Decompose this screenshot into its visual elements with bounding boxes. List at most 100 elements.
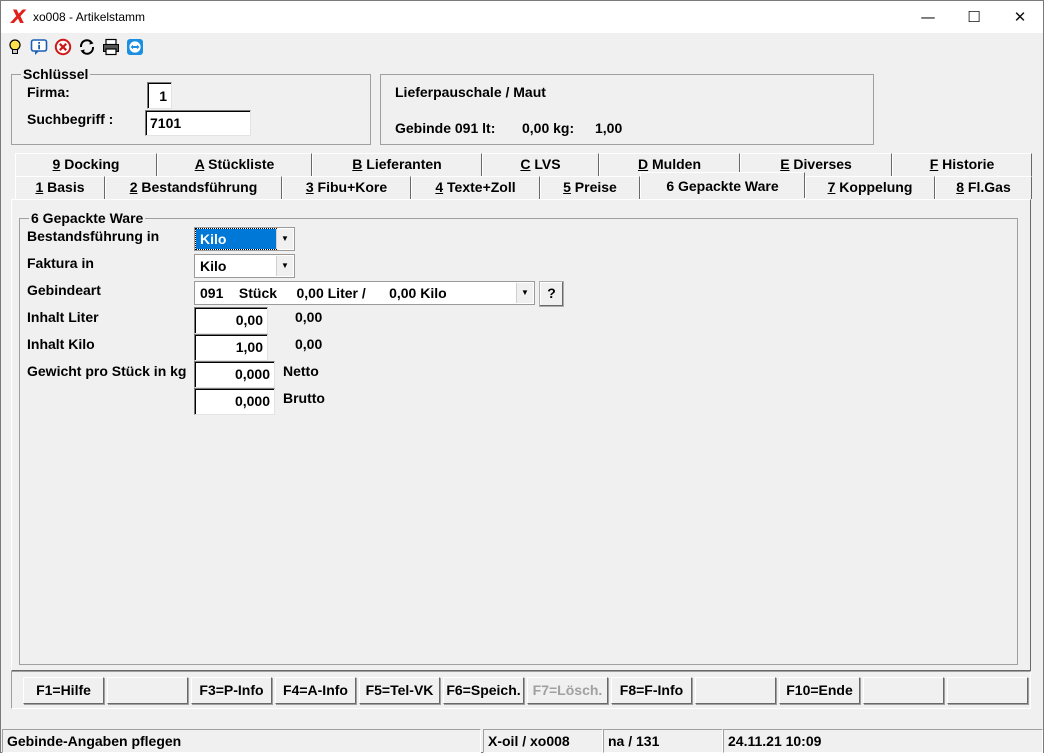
application-window: X xo008 - Artikelstamm — ☐ ✕ Schlüssel F…	[0, 0, 1044, 753]
faktura-value: Kilo	[200, 258, 227, 274]
f2-empty-button[interactable]	[107, 677, 188, 704]
f6-save-button[interactable]: F6=Speich.	[443, 677, 524, 704]
tab-label: Fl.Gas	[964, 179, 1011, 195]
tab-label: Texte+Zoll	[443, 179, 516, 195]
tab-label: Basis	[43, 179, 85, 195]
info-icon[interactable]	[30, 38, 48, 56]
status-datetime: 24.11.21 10:09	[723, 729, 1043, 753]
tab-hotkey: 2	[129, 179, 138, 195]
gebindeart-value: 091 Stück 0,00 Liter / 0,00 Kilo	[200, 285, 447, 301]
schluessel-legend: Schlüssel	[21, 66, 91, 82]
refresh-icon[interactable]	[78, 38, 96, 56]
tab-hotkey: F	[929, 156, 939, 172]
lightbulb-icon[interactable]	[6, 38, 24, 56]
gebindeart-select[interactable]: 091 Stück 0,00 Liter / 0,00 Kilo ▼	[194, 281, 535, 305]
inhalt-liter-field[interactable]: 0,00	[194, 307, 268, 334]
tab-label: Diverses	[789, 156, 852, 172]
f11-empty-button[interactable]	[863, 677, 944, 704]
netto-label: Netto	[283, 363, 319, 379]
firma-field[interactable]: 1	[147, 82, 172, 109]
inhalt-liter-label: Inhalt Liter	[27, 309, 99, 325]
brutto-field[interactable]: 0,000	[194, 388, 275, 415]
print-icon[interactable]	[102, 38, 120, 56]
faktura-select[interactable]: Kilo ▼	[194, 254, 295, 278]
bestandsfuehrung-select[interactable]: Kilo ▼	[194, 227, 295, 251]
app-logo-icon: X	[11, 6, 26, 28]
faktura-label: Faktura in	[27, 255, 94, 271]
tab-preise[interactable]: 5 Preise	[540, 176, 640, 199]
tab-label: Stückliste	[204, 156, 275, 172]
tab-hotkey: E	[780, 156, 790, 172]
status-system: X-oil / xo008	[483, 729, 603, 753]
lieferpauschale-value: 1,00	[595, 120, 623, 136]
inhalt-liter-extra: 0,00	[295, 309, 323, 325]
bestandsfuehrung-label: Bestandsführung in	[27, 228, 160, 244]
f7-delete-button: F7=Lösch.	[527, 677, 608, 704]
suchbegriff-field[interactable]: 7101	[145, 110, 251, 136]
tab-fibu-kore[interactable]: 3 Fibu+Kore	[282, 176, 411, 199]
inhalt-kilo-field[interactable]: 1,00	[194, 334, 268, 361]
suchbegriff-label: Suchbegriff :	[27, 111, 114, 127]
gebinde-label: Gebinde 091 lt:	[395, 120, 496, 136]
gewicht-label: Gewicht pro Stück in kg	[27, 363, 187, 379]
tab-hotkey: D	[637, 156, 649, 172]
lieferpauschale-title: Lieferpauschale / Maut	[395, 84, 546, 100]
toolbar	[1, 33, 1043, 61]
kg-label: 0,00 kg:	[522, 120, 575, 136]
tab-docking[interactable]: 9 Docking	[15, 153, 157, 176]
tab-label: Bestandsführung	[137, 179, 258, 195]
tab-label: Mulden	[648, 156, 701, 172]
cancel-icon[interactable]	[54, 38, 72, 56]
tab-label: Historie	[938, 156, 995, 172]
brutto-label: Brutto	[283, 390, 325, 406]
inhalt-kilo-label: Inhalt Kilo	[27, 336, 95, 352]
tab-historie[interactable]: F Historie	[892, 153, 1032, 176]
gebindeart-label: Gebindeart	[27, 282, 101, 298]
teamviewer-icon[interactable]	[126, 38, 144, 56]
tab-stueckliste[interactable]: A Stückliste	[157, 153, 312, 176]
f4-a-info-button[interactable]: F4=A-Info	[275, 677, 356, 704]
gepackte-ware-legend: 6 Gepackte Ware	[29, 210, 146, 226]
minimize-button[interactable]: —	[905, 1, 951, 33]
tab-bestandsfuehrung[interactable]: 2 Bestandsführung	[105, 176, 282, 199]
chevron-down-icon[interactable]: ▼	[276, 229, 293, 249]
tab-label: Preise	[570, 179, 617, 195]
f1-help-button[interactable]: F1=Hilfe	[23, 677, 104, 704]
tab-label: Lieferanten	[362, 156, 442, 172]
tab-hotkey: B	[352, 156, 363, 172]
tab-lieferanten[interactable]: B Lieferanten	[312, 153, 482, 176]
close-button[interactable]: ✕	[997, 1, 1043, 33]
tab-texte-zoll[interactable]: 4 Texte+Zoll	[411, 176, 540, 199]
tab-fl-gas[interactable]: 8 Fl.Gas	[935, 176, 1032, 199]
f3-p-info-button[interactable]: F3=P-Info	[191, 677, 272, 704]
status-message: Gebinde-Angaben pflegen	[2, 729, 481, 753]
tab-label: Fibu+Kore	[313, 179, 388, 195]
f5-tel-vk-button[interactable]: F5=Tel-VK	[359, 677, 440, 704]
chevron-down-icon[interactable]: ▼	[276, 256, 293, 276]
tab-label: Koppelung	[835, 179, 913, 195]
firma-label: Firma:	[27, 84, 70, 100]
netto-field[interactable]: 0,000	[194, 361, 275, 388]
tab-hotkey: 8	[956, 179, 965, 195]
tab-koppelung[interactable]: 7 Koppelung	[805, 176, 935, 199]
window-title: xo008 - Artikelstamm	[33, 10, 146, 24]
maximize-button[interactable]: ☐	[951, 1, 997, 33]
f10-end-button[interactable]: F10=Ende	[779, 677, 860, 704]
tab-gepackte-ware[interactable]: 6 Gepackte Ware	[640, 172, 805, 198]
f8-f-info-button[interactable]: F8=F-Info	[611, 677, 692, 704]
f12-empty-button[interactable]	[947, 677, 1028, 704]
tab-hotkey: 4	[435, 179, 444, 195]
tab-hotkey: 5	[563, 179, 571, 195]
title-bar: X xo008 - Artikelstamm — ☐ ✕	[1, 1, 1043, 33]
gebindeart-help-button[interactable]: ?	[539, 281, 564, 307]
tab-label: 6 Gepackte Ware	[666, 178, 779, 194]
tab-label: Docking	[60, 156, 120, 172]
inhalt-kilo-extra: 0,00	[295, 336, 323, 352]
chevron-down-icon[interactable]: ▼	[516, 283, 533, 303]
tab-hotkey: 3	[305, 179, 314, 195]
tab-hotkey: C	[520, 156, 531, 172]
tab-lvs[interactable]: C LVS	[482, 153, 599, 176]
f9-empty-button[interactable]	[695, 677, 776, 704]
tab-hotkey: A	[194, 156, 205, 172]
tab-basis[interactable]: 1 Basis	[15, 176, 105, 199]
